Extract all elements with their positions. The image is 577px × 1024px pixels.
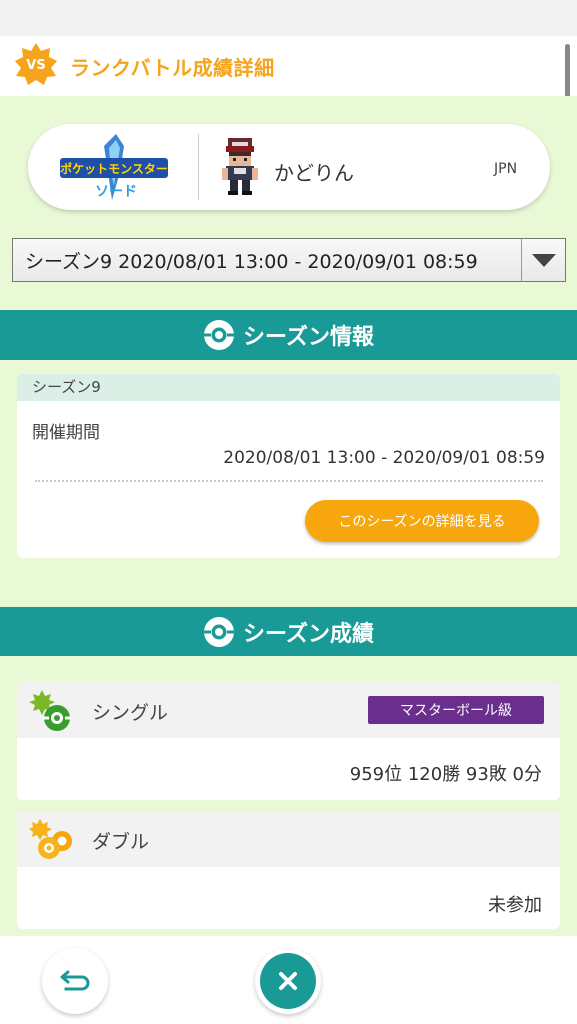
trainer-avatar (222, 138, 258, 195)
svg-text:ソード: ソード (95, 184, 137, 200)
page-title: ランクバトル成績詳細 (70, 56, 275, 80)
double-battle-header: ダブル (17, 811, 560, 867)
dropdown-arrow-icon[interactable] (521, 239, 565, 281)
close-icon (260, 953, 316, 1009)
pokemon-sword-logo: ポケットモンスター ソード (60, 134, 168, 200)
card-divider (198, 134, 199, 200)
single-battle-result: 959位 120勝 93敗 0分 (349, 764, 542, 785)
period-value: 2020/08/01 13:00 - 2020/09/01 08:59 (223, 448, 545, 468)
season-select[interactable]: シーズン9 2020/08/01 13:00 - 2020/09/01 08:5… (12, 238, 566, 282)
vs-badge-icon: VS (15, 43, 57, 85)
bottom-navigation (0, 936, 577, 1024)
status-bar-gap (0, 0, 577, 36)
player-region: JPN (494, 161, 518, 177)
return-arrow-icon (60, 970, 90, 991)
season-detail-button[interactable]: このシーズンの詳細を見る (305, 500, 539, 542)
period-label: 開催期間 (32, 423, 100, 443)
svg-text:VS: VS (26, 58, 45, 73)
season-info-section-bar: シーズン情報 (0, 310, 577, 360)
section-title: シーズン成績 (243, 622, 374, 647)
single-battle-icon (29, 690, 71, 731)
player-card: ポケットモンスター ソード かどりん JPN (28, 124, 550, 210)
double-battle-label: ダブル (92, 831, 150, 853)
season-select-value: シーズン9 2020/08/01 13:00 - 2020/09/01 08:5… (25, 250, 478, 273)
page-header: VS ランクバトル成績詳細 (0, 36, 577, 96)
pokeball-icon (204, 617, 235, 647)
svg-text:ポケットモンスター: ポケットモンスター (60, 161, 168, 176)
single-battle-card: シングル マスターボール級 959位 120勝 93敗 0分 (17, 682, 560, 800)
pokeball-icon (204, 320, 235, 350)
season-info-card: シーズン9 開催期間 2020/08/01 13:00 - 2020/09/01… (17, 374, 560, 558)
season-info-card-title: シーズン9 (17, 374, 560, 401)
rank-badge: マスターボール級 (368, 696, 544, 724)
season-results-section-bar: シーズン成績 (0, 607, 577, 657)
double-battle-card: ダブル 未参加 (17, 811, 560, 929)
single-battle-header: シングル マスターボール級 (17, 682, 560, 738)
dotted-divider (35, 480, 543, 482)
back-button[interactable] (42, 948, 108, 1014)
double-battle-icon (29, 819, 72, 859)
close-button[interactable] (255, 948, 321, 1014)
section-title: シーズン情報 (243, 325, 374, 350)
player-name: かどりん (274, 161, 354, 185)
single-battle-label: シングル (92, 702, 169, 724)
double-battle-result: 未参加 (488, 895, 542, 916)
